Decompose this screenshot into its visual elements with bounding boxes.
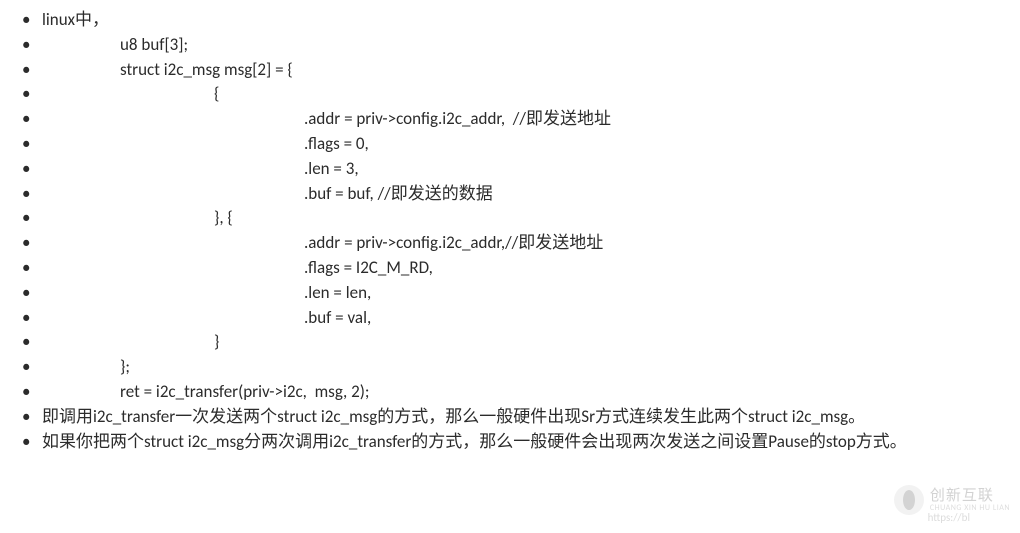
code-text: .len = 3, xyxy=(42,157,359,181)
code-text: ret = i2c_transfer(priv->i2c, msg, 2); xyxy=(42,380,369,404)
code-text: .buf = buf, //即发送的数据 xyxy=(42,182,493,206)
list-item: .buf = buf, //即发送的数据 xyxy=(20,182,1008,206)
list-item: .flags = 0, xyxy=(20,132,1008,156)
code-text: .buf = val, xyxy=(42,306,371,330)
list-item: } xyxy=(20,330,1008,354)
bulleted-list: linux中， u8 buf[3]; struct i2c_msg msg[2]… xyxy=(20,8,1008,453)
list-item: .flags = I2C_M_RD, xyxy=(20,256,1008,280)
list-item: linux中， xyxy=(20,8,1008,32)
watermark-url: https://bl xyxy=(928,510,970,525)
code-text: }; xyxy=(42,355,130,379)
paragraph-text: 如果你把两个struct i2c_msg分两次调用i2c_transfer的方式… xyxy=(42,431,907,452)
code-text: .flags = I2C_M_RD, xyxy=(42,256,433,280)
list-item: .addr = priv->config.i2c_addr, //即发送地址 xyxy=(20,107,1008,131)
code-text: struct i2c_msg msg[2] = { xyxy=(42,58,293,82)
list-item: ret = i2c_transfer(priv->i2c, msg, 2); xyxy=(20,380,1008,404)
list-item: { xyxy=(20,82,1008,106)
list-item: struct i2c_msg msg[2] = { xyxy=(20,58,1008,82)
code-text: { xyxy=(42,82,219,106)
code-text: .addr = priv->config.i2c_addr,//即发送地址 xyxy=(42,231,603,255)
code-text: .addr = priv->config.i2c_addr, //即发送地址 xyxy=(42,107,611,131)
list-item: 如果你把两个struct i2c_msg分两次调用i2c_transfer的方式… xyxy=(20,430,1008,454)
list-item: }, { xyxy=(20,206,1008,230)
watermark-text: 创新互联 CHUANG XIN HU LIAN xyxy=(930,489,1010,512)
code-text: .flags = 0, xyxy=(42,132,369,156)
list-item: .buf = val, xyxy=(20,306,1008,330)
list-item: .len = len, xyxy=(20,281,1008,305)
list-item: 即调用i2c_transfer一次发送两个struct i2c_msg的方式，那… xyxy=(20,405,1008,429)
paragraph-text: 即调用i2c_transfer一次发送两个struct i2c_msg的方式，那… xyxy=(42,406,865,427)
code-text: }, { xyxy=(42,206,233,230)
code-text: } xyxy=(42,330,219,354)
list-item: }; xyxy=(20,355,1008,379)
watermark-cn: 创新互联 xyxy=(930,489,1010,504)
code-text: linux中， xyxy=(42,8,109,32)
list-item: .addr = priv->config.i2c_addr,//即发送地址 xyxy=(20,231,1008,255)
list-item: u8 buf[3]; xyxy=(20,33,1008,57)
code-text: u8 buf[3]; xyxy=(42,33,188,57)
watermark-logo-icon xyxy=(894,485,924,515)
list-item: .len = 3, xyxy=(20,157,1008,181)
code-text: .len = len, xyxy=(42,281,371,305)
